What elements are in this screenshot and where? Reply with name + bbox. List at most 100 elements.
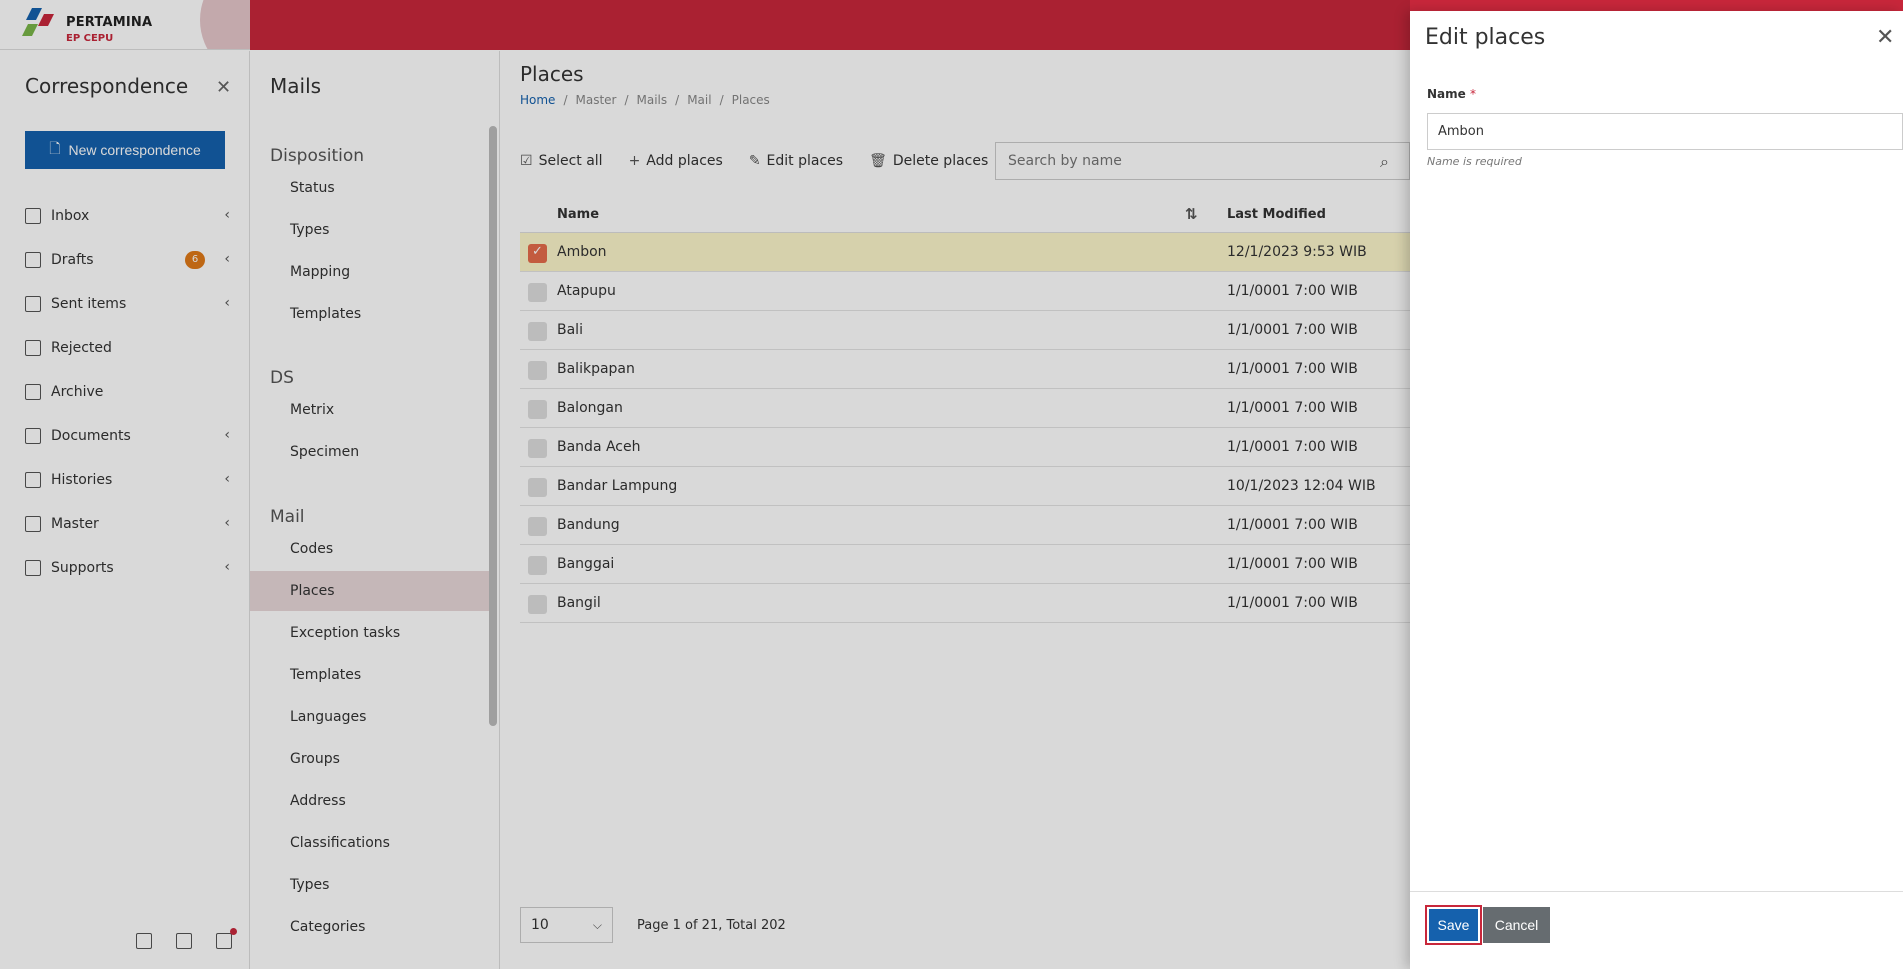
row-checkbox[interactable] — [528, 439, 547, 458]
breadcrumb-separator: / — [719, 93, 724, 107]
nav-item-label: Inbox — [51, 208, 90, 224]
master-icon — [25, 516, 41, 532]
required-mark: * — [1469, 87, 1476, 101]
subnav-item-categories[interactable]: Categories — [250, 907, 496, 947]
delete-places-button[interactable]: 🗑 Delete places — [869, 153, 988, 169]
row-modified: 12/1/2023 9:53 WIB — [1227, 244, 1367, 260]
table-row[interactable]: Banggai 1/1/0001 7:00 WIB — [520, 545, 1410, 584]
pencil-icon: ✎ — [748, 153, 761, 169]
subnav-item-types[interactable]: Types — [250, 210, 496, 250]
table-row[interactable]: Bali 1/1/0001 7:00 WIB — [520, 311, 1410, 350]
nav-item-rejected[interactable]: Rejected — [25, 333, 235, 363]
breadcrumb-separator: / — [563, 93, 568, 107]
table-row[interactable]: Atapupu 1/1/0001 7:00 WIB — [520, 272, 1410, 311]
user-settings-icon[interactable] — [176, 933, 192, 949]
subnav-item-places[interactable]: Places — [250, 571, 496, 611]
row-checkbox[interactable] — [528, 322, 547, 341]
chevron-left-icon[interactable]: ‹ — [224, 515, 230, 531]
row-modified: 1/1/0001 7:00 WIB — [1227, 556, 1358, 572]
nav-item-archive[interactable]: Archive — [25, 377, 235, 407]
column-modified-header[interactable]: Last Modified — [1227, 207, 1326, 222]
row-checkbox[interactable] — [528, 244, 547, 263]
table-row[interactable]: Balongan 1/1/0001 7:00 WIB — [520, 389, 1410, 428]
drawer-title: Edit places — [1425, 25, 1546, 50]
name-field[interactable] — [1427, 113, 1903, 150]
subnav-item-templates[interactable]: Templates — [250, 655, 496, 695]
row-name: Ambon — [557, 244, 607, 260]
edit-places-button[interactable]: ✎ Edit places — [749, 153, 843, 169]
subnav-title: Mails — [270, 74, 322, 98]
breadcrumb-home[interactable]: Home — [520, 93, 555, 107]
nav-item-inbox[interactable]: Inbox ‹ — [25, 201, 235, 231]
chevron-left-icon[interactable]: ‹ — [224, 559, 230, 575]
close-icon[interactable]: ✕ — [1876, 25, 1894, 50]
subnav-item-templates[interactable]: Templates — [250, 294, 496, 334]
nav-item-drafts[interactable]: Drafts 6 ‹ — [25, 245, 235, 275]
subnav-item-languages[interactable]: Languages — [250, 697, 496, 737]
chevron-down-icon: ⌵ — [592, 918, 602, 932]
save-button[interactable]: Save — [1425, 905, 1482, 945]
subnav-item-mapping[interactable]: Mapping — [250, 252, 496, 292]
subnav-group-ds: DS — [270, 368, 294, 388]
subnav-item-address[interactable]: Address — [250, 781, 496, 821]
add-places-button[interactable]: + Add places — [629, 153, 723, 169]
table-row[interactable]: Bangil 1/1/0001 7:00 WIB — [520, 584, 1410, 623]
subnav-item-specimen[interactable]: Specimen — [250, 432, 496, 472]
breadcrumb-separator: / — [624, 93, 629, 107]
nav-item-sent-items[interactable]: Sent items ‹ — [25, 289, 235, 319]
nav-item-master[interactable]: Master ‹ — [25, 509, 235, 539]
row-checkbox[interactable] — [528, 517, 547, 536]
close-nav-icon[interactable]: ✕ — [216, 77, 231, 98]
row-checkbox[interactable] — [528, 556, 547, 575]
subnav-item-status[interactable]: Status — [250, 168, 496, 208]
subnav-item-groups[interactable]: Groups — [250, 739, 496, 779]
table-row[interactable]: Balikpapan 1/1/0001 7:00 WIB — [520, 350, 1410, 389]
breadcrumb-places: Places — [731, 93, 770, 107]
search-input[interactable] — [995, 142, 1410, 180]
table-row[interactable]: Banda Aceh 1/1/0001 7:00 WIB — [520, 428, 1410, 467]
row-name: Atapupu — [557, 283, 616, 299]
column-name-header[interactable]: Name — [557, 207, 599, 222]
subnav-item-metrix[interactable]: Metrix — [250, 390, 496, 430]
select-all-button[interactable]: ☑ Select all — [520, 153, 603, 169]
brand-logo[interactable]: PERTAMINA EP CEPU — [0, 0, 250, 50]
document-icon[interactable] — [136, 933, 152, 949]
chevron-left-icon[interactable]: ‹ — [224, 427, 230, 443]
nav-item-label: Sent items — [51, 296, 127, 312]
notification-bell-icon[interactable] — [216, 928, 237, 949]
page-size-select[interactable]: 10 ⌵ — [520, 907, 613, 943]
trash-icon: 🗑 — [869, 153, 887, 169]
chevron-left-icon[interactable]: ‹ — [224, 471, 230, 487]
cancel-button[interactable]: Cancel — [1483, 907, 1550, 943]
table-row[interactable]: Bandung 1/1/0001 7:00 WIB — [520, 506, 1410, 545]
nav-item-supports[interactable]: Supports ‹ — [25, 553, 235, 583]
nav-item-histories[interactable]: Histories ‹ — [25, 465, 235, 495]
table-row[interactable]: Ambon 12/1/2023 9:53 WIB — [520, 233, 1410, 272]
row-checkbox[interactable] — [528, 283, 547, 302]
search-icon[interactable]: ⌕ — [1380, 152, 1389, 172]
row-checkbox[interactable] — [528, 595, 547, 614]
sort-icon[interactable]: ⇅ — [1185, 205, 1198, 223]
breadcrumb-mail[interactable]: Mail — [687, 93, 711, 107]
nav-item-documents[interactable]: Documents ‹ — [25, 421, 235, 451]
breadcrumb-mails[interactable]: Mails — [637, 93, 668, 107]
page-info: Page 1 of 21, Total 202 — [637, 917, 786, 933]
row-checkbox[interactable] — [528, 400, 547, 419]
new-correspondence-button[interactable]: 🗋 New correspondence — [25, 131, 225, 169]
row-checkbox[interactable] — [528, 361, 547, 380]
subnav-scrollbar[interactable] — [489, 126, 497, 726]
nav-item-label: Documents — [51, 428, 131, 444]
nav-item-label: Master — [51, 516, 99, 532]
chevron-left-icon[interactable]: ‹ — [224, 207, 230, 223]
subnav-item-classifications[interactable]: Classifications — [250, 823, 496, 863]
subnav-item-types[interactable]: Types — [250, 865, 496, 905]
table-row[interactable]: Bandar Lampung 10/1/2023 12:04 WIB — [520, 467, 1410, 506]
subnav-item-codes[interactable]: Codes — [250, 529, 496, 569]
subnav-item-exception-tasks[interactable]: Exception tasks — [250, 613, 496, 653]
chevron-left-icon[interactable]: ‹ — [224, 251, 230, 267]
row-checkbox[interactable] — [528, 478, 547, 497]
chevron-left-icon[interactable]: ‹ — [224, 295, 230, 311]
breadcrumb-master[interactable]: Master — [575, 93, 616, 107]
nav-item-label: Drafts — [51, 252, 94, 268]
row-modified: 1/1/0001 7:00 WIB — [1227, 400, 1358, 416]
